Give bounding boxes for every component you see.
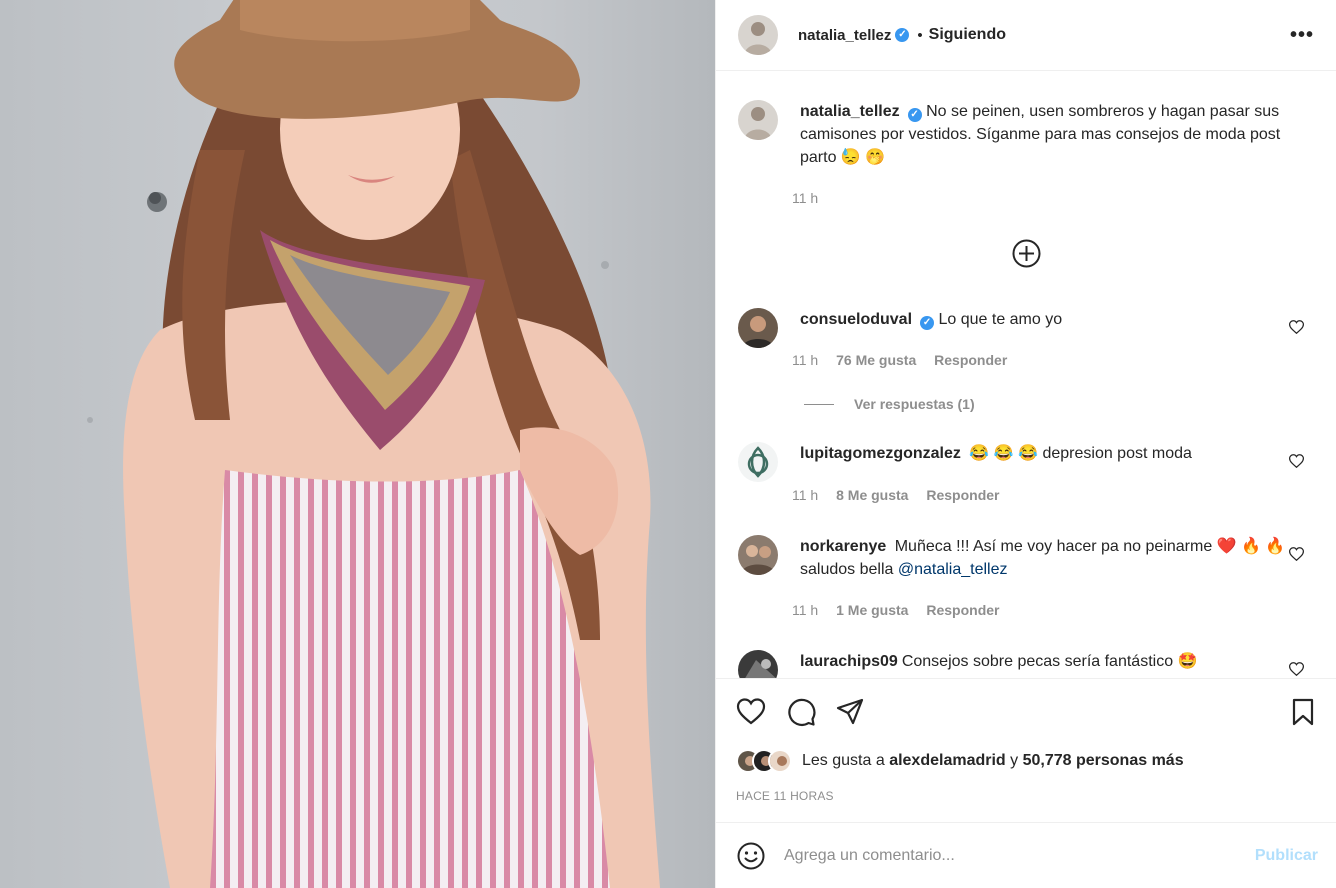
likes-others-link[interactable]: 50,778 personas más — [1023, 752, 1184, 770]
comment-body: Lo que te amo yo — [938, 311, 1063, 328]
caption-text: natalia_tellez ✓ No se peinen, usen sombr… — [800, 100, 1318, 169]
comment-likes[interactable]: 1 Me gusta — [836, 602, 908, 618]
view-replies-label[interactable]: Ver respuestas (1) — [854, 396, 975, 412]
comment-like-heart-icon[interactable] — [1289, 662, 1304, 676]
verified-badge-icon: ✓ — [907, 108, 922, 122]
view-replies-button[interactable]: Ver respuestas (1) — [804, 396, 975, 412]
liker-username[interactable]: alexdelamadrid — [889, 752, 1006, 770]
author-avatar[interactable] — [738, 15, 778, 55]
post-photo[interactable] — [0, 0, 715, 888]
comment-avatar[interactable] — [738, 308, 778, 348]
comment-body: Consejos sobre pecas sería fantástico 🤩 — [901, 653, 1198, 670]
comment-username[interactable]: lupitagomezgonzalez — [800, 445, 961, 462]
likes-summary: Les gusta a alexdelamadrid y 50,778 pers… — [736, 749, 1184, 773]
mention-link[interactable]: @natalia_tellez — [898, 561, 1008, 578]
comment-text: laurachips09 Consejos sobre pecas sería f… — [800, 650, 1318, 678]
comment-time[interactable]: 11 h — [792, 352, 818, 368]
comment-avatar[interactable] — [738, 535, 778, 575]
comment-likes[interactable]: 76 Me gusta — [836, 352, 916, 368]
caption: natalia_tellez ✓ No se peinen, usen sombr… — [738, 100, 1318, 169]
heart-icon[interactable] — [736, 697, 766, 727]
verified-badge-icon: ✓ — [920, 316, 935, 330]
comment-composer: Publicar — [716, 822, 1336, 888]
comment-meta: 11 h 76 Me gusta Responder — [792, 352, 1021, 368]
comment-like-heart-icon[interactable] — [1289, 547, 1304, 561]
comment-avatar[interactable] — [738, 650, 778, 678]
reply-button[interactable]: Responder — [934, 352, 1007, 368]
comment-item: consueloduval ✓ Lo que te amo yo — [738, 308, 1318, 348]
comment-like-heart-icon[interactable] — [1289, 454, 1304, 468]
post-side-panel: natalia_tellez ✓ • Siguiendo ••• natalia… — [715, 0, 1336, 888]
emoji-icon[interactable] — [736, 841, 766, 871]
liker-avatar — [768, 749, 792, 773]
publish-button[interactable]: Publicar — [1255, 847, 1318, 865]
reply-button[interactable]: Responder — [926, 487, 999, 503]
share-icon[interactable] — [835, 697, 865, 727]
reply-button[interactable]: Responder — [926, 602, 999, 618]
caption-time[interactable]: 11 h — [792, 190, 818, 206]
separator-dot: • — [917, 26, 923, 44]
author-username[interactable]: natalia_tellez — [798, 27, 891, 44]
post-image-illustration — [87, 0, 660, 888]
replies-divider — [804, 403, 834, 405]
likes-prefix: Les gusta a — [802, 752, 885, 769]
caption-username[interactable]: natalia_tellez — [800, 103, 900, 120]
add-circle-icon[interactable] — [1012, 239, 1041, 268]
comment-text: lupitagomezgonzalez 😂 😂 😂 depresion post… — [800, 442, 1318, 482]
comment-username[interactable]: norkarenye — [800, 538, 886, 555]
comment-item: lupitagomezgonzalez 😂 😂 😂 depresion post… — [738, 442, 1318, 482]
caption-meta: 11 h — [792, 190, 832, 206]
likes-joiner: y — [1010, 752, 1019, 769]
comment-meta: 11 h 1 Me gusta Responder — [792, 602, 1013, 618]
comment-meta: 11 h 8 Me gusta Responder — [792, 487, 1013, 503]
comment-input[interactable] — [784, 846, 1255, 865]
comment-username[interactable]: consueloduval — [800, 311, 912, 328]
post-header: natalia_tellez ✓ • Siguiendo ••• — [716, 0, 1336, 71]
post-actions: Les gusta a alexdelamadrid y 50,778 pers… — [716, 678, 1336, 822]
comment-body: 😂 😂 😂 depresion post moda — [969, 445, 1192, 462]
follow-status-button[interactable]: Siguiendo — [929, 26, 1006, 44]
comment-likes[interactable]: 8 Me gusta — [836, 487, 908, 503]
caption-avatar[interactable] — [738, 100, 778, 140]
comment-time[interactable]: 11 h — [792, 487, 818, 503]
post-timestamp[interactable]: HACE 11 HORAS — [736, 789, 834, 803]
comment-text: norkarenye Muñeca !!! Así me voy hacer p… — [800, 535, 1318, 581]
comment-icon[interactable] — [786, 697, 816, 727]
likers-facepile[interactable] — [736, 749, 792, 773]
comment-avatar[interactable] — [738, 442, 778, 482]
comment-item: norkarenye Muñeca !!! Así me voy hacer p… — [738, 535, 1318, 581]
more-options-icon[interactable]: ••• — [1290, 24, 1314, 47]
comment-time[interactable]: 11 h — [792, 602, 818, 618]
action-icons — [736, 697, 1318, 727]
bookmark-icon[interactable] — [1288, 697, 1318, 727]
comments-list[interactable]: natalia_tellez ✓ No se peinen, usen sombr… — [716, 72, 1336, 678]
comment-text: consueloduval ✓ Lo que te amo yo — [800, 308, 1318, 348]
comment-username[interactable]: laurachips09 — [800, 653, 898, 670]
comment-item: laurachips09 Consejos sobre pecas sería f… — [738, 650, 1318, 678]
comment-like-heart-icon[interactable] — [1289, 320, 1304, 334]
verified-badge-icon: ✓ — [895, 28, 910, 42]
